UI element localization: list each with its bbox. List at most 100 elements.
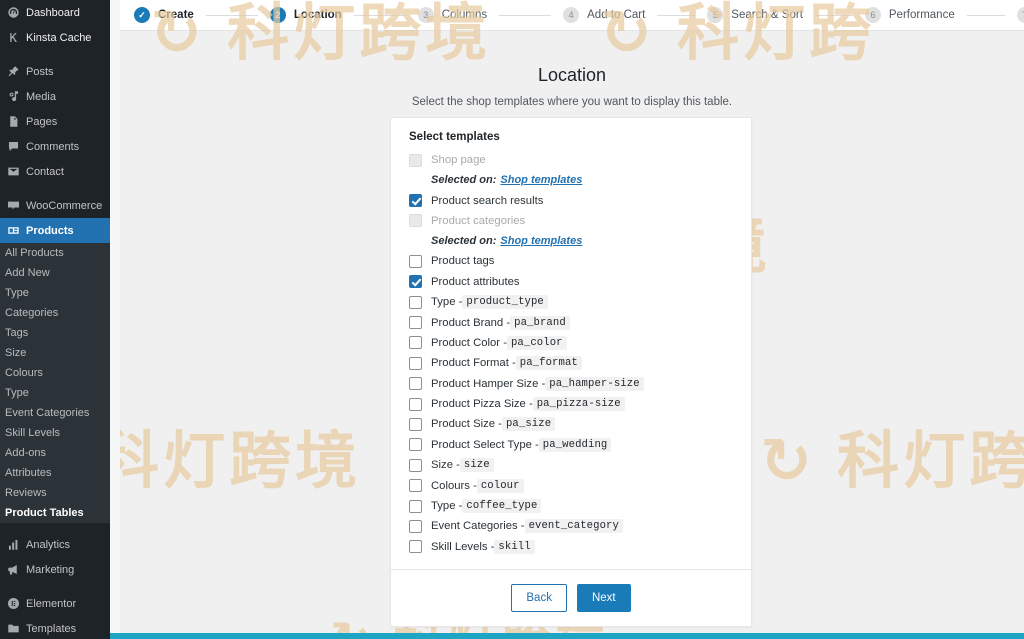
template-row-product-categories[interactable]: Product categories — [391, 211, 751, 231]
submenu-item-attributes[interactable]: Attributes — [0, 463, 110, 483]
sidebar-content-gap — [110, 0, 120, 639]
submenu-item-label: Attributes — [5, 467, 52, 479]
checkbox-product-size[interactable] — [409, 417, 422, 431]
taxonomy-slug-chip: size — [459, 458, 494, 473]
sidebar-group-store: WooCommerce Products — [0, 193, 110, 243]
taxonomy-slug-chip: pa_color — [506, 335, 567, 350]
submenu-item-label: Tags — [5, 327, 29, 339]
wizard-step-location[interactable]: 2 Location — [269, 7, 342, 23]
checkbox-product-select-type[interactable] — [409, 438, 422, 452]
step-label: Columns — [441, 9, 488, 21]
template-row-event-categories[interactable]: Event Categories - event_category — [391, 516, 751, 536]
checkbox-event-categories[interactable] — [409, 519, 422, 533]
wizard-step-ready[interactable]: 7Ready — [1016, 7, 1024, 23]
sidebar-item-templates[interactable]: Templates — [0, 616, 110, 639]
sidebar-item-posts[interactable]: Posts — [0, 59, 110, 84]
submenu-item-reviews[interactable]: Reviews — [0, 483, 110, 503]
step-badge: 3 — [417, 7, 434, 23]
sidebar-submenu-products: All Products Add New Type Categories Tags Siz… — [0, 243, 110, 523]
template-row-product-attributes[interactable]: Product attributes — [391, 272, 751, 292]
wizard-step-bar[interactable]: ✓ Create 2 Location 3 Columns 4 Add to Cart 5 Sea… — [120, 0, 1024, 31]
checkbox-product-brand[interactable] — [409, 316, 422, 330]
template-row-size[interactable]: Size - size — [391, 455, 751, 475]
template-row-type[interactable]: Type - product_type — [391, 292, 751, 312]
template-row-colours[interactable]: Colours - colour — [391, 475, 751, 495]
sidebar-item-contact[interactable]: Contact — [0, 159, 110, 184]
checkbox-colours[interactable] — [409, 479, 422, 493]
sidebar-item-analytics[interactable]: Analytics — [0, 532, 110, 557]
sidebar-item-kinsta-cache[interactable]: Kinsta Cache — [0, 25, 110, 50]
sidebar-item-products[interactable]: Products — [0, 218, 110, 243]
checkbox-label: Type - — [431, 296, 463, 309]
sidebar-group-top: Dashboard Kinsta Cache — [0, 0, 110, 50]
shop-templates-link[interactable]: Shop templates — [500, 235, 582, 247]
step-badge: 7 — [1016, 7, 1024, 23]
submenu-item-size[interactable]: Size — [0, 343, 110, 363]
checkbox-product-hamper-size[interactable] — [409, 377, 422, 391]
template-row-product-select-type[interactable]: Product Select Type - pa_wedding — [391, 435, 751, 455]
template-row-product-format[interactable]: Product Format - pa_format — [391, 353, 751, 373]
next-button[interactable]: Next — [576, 584, 631, 613]
checkbox-skill-levels[interactable] — [409, 540, 422, 554]
sidebar-item-elementor[interactable]: Elementor — [0, 591, 110, 616]
submenu-item-product-tables[interactable]: Product Tables — [0, 503, 110, 523]
checkbox-product-pizza-size[interactable] — [409, 397, 422, 411]
back-button[interactable]: Back — [511, 584, 567, 613]
taxonomy-slug-chip: product_type — [462, 295, 548, 310]
sidebar-item-marketing[interactable]: Marketing — [0, 557, 110, 582]
card-footer: Back Next — [391, 569, 751, 626]
submenu-item-categories[interactable]: Categories — [0, 303, 110, 323]
submenu-item-event-categories[interactable]: Event Categories — [0, 403, 110, 423]
submenu-item-type[interactable]: Type — [0, 283, 110, 303]
wizard-step-performance[interactable]: 6 Performance — [864, 7, 955, 23]
submenu-item-label: Size — [5, 347, 27, 359]
wizard-step-columns[interactable]: 3 Columns — [417, 7, 488, 23]
template-row-product-size[interactable]: Product Size - pa_size — [391, 414, 751, 434]
sidebar-item-dashboard[interactable]: Dashboard — [0, 0, 110, 25]
submenu-item-skill-levels[interactable]: Skill Levels — [0, 423, 110, 443]
checkbox-product-search-results[interactable] — [409, 194, 422, 208]
checkbox-product-color[interactable] — [409, 336, 422, 350]
submenu-item-colours[interactable]: Colours — [0, 363, 110, 383]
submenu-item-label: Add-ons — [5, 447, 46, 459]
template-row-product-color[interactable]: Product Color - pa_color — [391, 333, 751, 353]
template-row-product-brand[interactable]: Product Brand - pa_brand — [391, 312, 751, 332]
sidebar-item-woocommerce[interactable]: WooCommerce — [0, 193, 110, 218]
sidebar-item-comments[interactable]: Comments — [0, 134, 110, 159]
checkbox-type[interactable] — [409, 295, 422, 309]
step-label: Performance — [888, 9, 955, 21]
template-checkbox-list[interactable]: Shop page Selected on: Shop templates Produ… — [391, 150, 751, 557]
submenu-item-add-new[interactable]: Add New — [0, 263, 110, 283]
template-row-product-hamper-size[interactable]: Product Hamper Size - pa_hamper-size — [391, 374, 751, 394]
taxonomy-slug-chip: pa_hamper-size — [545, 376, 644, 391]
sidebar-item-pages[interactable]: Pages — [0, 109, 110, 134]
checkbox-type[interactable] — [409, 499, 422, 513]
checkbox-label: Product attributes — [431, 275, 520, 288]
wizard-step-add-to-cart[interactable]: 4 Add to Cart — [563, 7, 645, 23]
sidebar-item-label: Pages — [26, 115, 58, 128]
step-number: 3 — [423, 10, 429, 20]
submenu-item-add-ons[interactable]: Add-ons — [0, 443, 110, 463]
template-row-skill-levels[interactable]: Skill Levels - skill — [391, 537, 751, 557]
card-heading: Select templates — [409, 131, 500, 143]
template-row-product-search-results[interactable]: Product search results — [391, 190, 751, 210]
submenu-item-all-products[interactable]: All Products — [0, 243, 110, 263]
shop-templates-link[interactable]: Shop templates — [500, 174, 582, 186]
sidebar-group-content: Posts Media Pages Comments Contact — [0, 59, 110, 184]
submenu-item-label: Type — [5, 387, 29, 399]
template-row-product-pizza-size[interactable]: Product Pizza Size - pa_pizza-size — [391, 394, 751, 414]
checkbox-product-attributes[interactable] — [409, 275, 422, 289]
watermark-text: ↻ 科灯跨 — [760, 424, 1024, 497]
template-row-shop-page[interactable]: Shop page — [391, 150, 751, 170]
sidebar-item-media[interactable]: Media — [0, 84, 110, 109]
wizard-step-create[interactable]: ✓ Create — [134, 7, 194, 23]
admin-sidebar[interactable]: Dashboard Kinsta Cache Posts Media Pages Com… — [0, 0, 110, 639]
checkbox-product-tags[interactable] — [409, 254, 422, 268]
wizard-step-search-sort[interactable]: 5 Search & Sort — [707, 7, 803, 23]
submenu-item-tags[interactable]: Tags — [0, 323, 110, 343]
template-row-product-tags[interactable]: Product tags — [391, 251, 751, 271]
checkbox-product-format[interactable] — [409, 356, 422, 370]
checkbox-size[interactable] — [409, 458, 422, 472]
template-row-type[interactable]: Type - coffee_type — [391, 496, 751, 516]
submenu-item-type[interactable]: Type — [0, 383, 110, 403]
